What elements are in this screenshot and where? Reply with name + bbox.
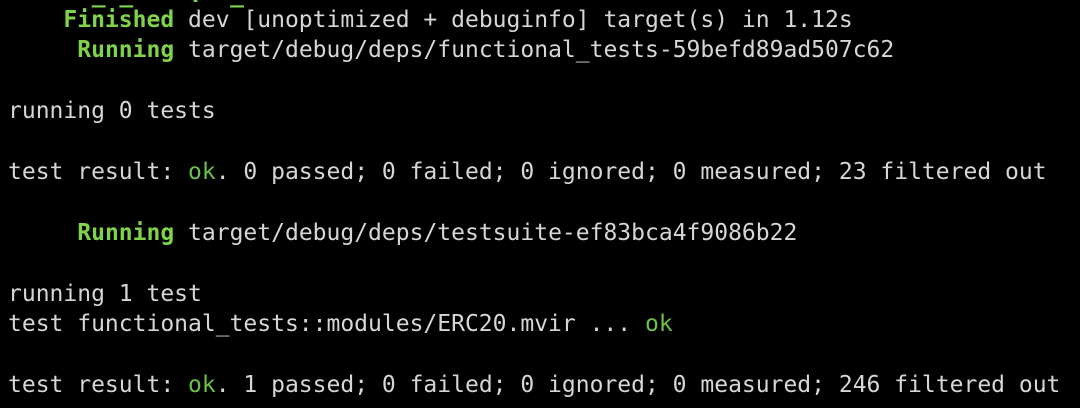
test-result-one-line: test result: ok. 1 passed; 0 failed; 0 i… — [8, 370, 1060, 400]
finished-keyword: Finished — [63, 7, 175, 33]
running-one-test-line: running 1 test — [8, 281, 202, 307]
test-erc20-line: test functional_tests::modules/ERC20.mvi… — [8, 309, 673, 339]
test-result-prefix: test result: — [8, 159, 189, 185]
test-result-summary: . 0 passed; 0 failed; 0 ignored; 0 measu… — [215, 159, 1047, 185]
running-keyword: Running — [77, 220, 175, 246]
test-erc20-ok-status: ok — [644, 311, 673, 337]
running-keyword: Running — [77, 37, 175, 63]
running-testsuite-path: target/debug/deps/testsuite-ef83bca4f908… — [188, 220, 798, 246]
test-result-prefix: test result: — [8, 372, 189, 398]
test-result-zero-line: test result: ok. 0 passed; 0 failed; 0 i… — [8, 157, 1047, 187]
running-zero-tests-line: running 0 tests — [8, 98, 216, 124]
test-result-ok-status: ok — [188, 372, 216, 398]
finished-details: dev [unoptimized + debuginfo] target(s) … — [188, 7, 853, 33]
test-result-ok-status: ok — [188, 159, 216, 185]
test-result-summary: . 1 passed; 0 failed; 0 ignored; 0 measu… — [215, 372, 1061, 398]
running-functional-line: Running target/debug/deps/functional_tes… — [8, 35, 894, 65]
running-functional-path: target/debug/deps/functional_tests-59bef… — [188, 37, 895, 63]
terminal-window: _ _ . _ Finished dev [unoptimized + debu… — [0, 0, 1080, 408]
test-erc20-name: test functional_tests::modules/ERC20.mvi… — [8, 311, 645, 337]
finished-line: Finished dev [unoptimized + debuginfo] t… — [8, 5, 853, 35]
running-testsuite-line: Running target/debug/deps/testsuite-ef83… — [8, 218, 797, 248]
